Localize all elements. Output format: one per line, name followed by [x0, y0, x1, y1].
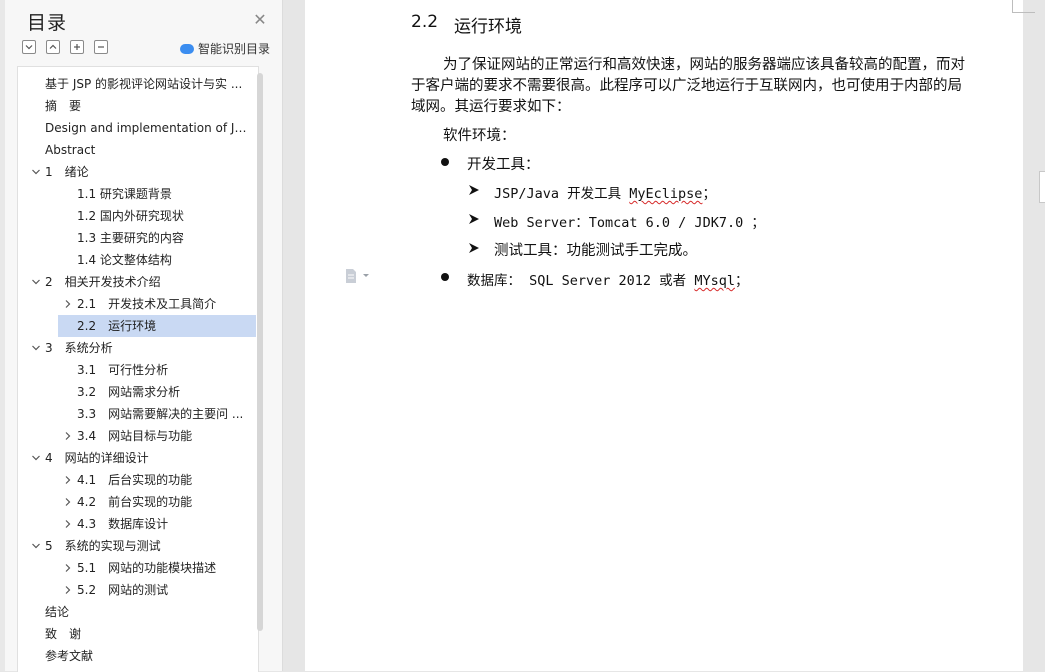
spellcheck-word[interactable]: MyEclipse — [629, 186, 702, 202]
toc-item[interactable]: 2.1 开发技术及工具简介 — [77, 293, 251, 315]
chevron-right-icon[interactable] — [63, 563, 73, 573]
toc-item[interactable]: 3 系统分析 — [45, 337, 251, 359]
chevron-down-icon[interactable] — [31, 167, 41, 177]
spellcheck-word[interactable]: MYsql — [694, 273, 735, 289]
chevron-right-icon[interactable] — [63, 497, 73, 507]
toc-item[interactable]: Abstract — [45, 139, 251, 161]
toc-item[interactable]: 4.2 前台实现的功能 — [77, 491, 251, 513]
chevron-right-icon[interactable] — [63, 585, 73, 595]
dev-tools-label: 开发工具： — [467, 157, 540, 173]
section-heading-number: 2.2 — [411, 12, 439, 32]
chevron-right-icon[interactable] — [63, 431, 73, 441]
toc-item-active[interactable]: 2.2 运行环境 — [58, 315, 256, 337]
toc-item[interactable]: 5 系统的实现与测试 — [45, 535, 251, 557]
chevron-right-icon[interactable] — [63, 299, 73, 309]
database-item: 数据库： SQL Server 2012 或者 MYsql； — [467, 273, 749, 289]
page-corner-mark — [1012, 0, 1035, 13]
arrow-bullet-icon — [469, 243, 479, 253]
toc-item[interactable]: 参考文献 — [45, 645, 251, 667]
expand-all-icon[interactable] — [22, 40, 36, 54]
toc-item[interactable]: 5.2 网站的测试 — [77, 579, 251, 601]
remove-level-icon[interactable] — [94, 40, 108, 54]
arrow-bullet-icon — [469, 185, 479, 195]
toc-item[interactable]: 致 谢 — [45, 623, 251, 645]
toc-item[interactable]: 3.4 网站目标与功能 — [77, 425, 251, 447]
panel-edge — [0, 0, 5, 671]
collapse-all-icon[interactable] — [46, 40, 60, 54]
chevron-down-icon[interactable] — [31, 453, 41, 463]
body-paragraph-line: 为了保证网站的正常运行和高效快速，网站的服务器端应该具备较高的配置，而对 — [443, 57, 965, 73]
toc-item[interactable]: Design and implementation of Ja ... — [45, 117, 251, 139]
arrow-bullet-icon — [469, 214, 479, 224]
toc-title: 目录 — [27, 12, 68, 34]
document-area — [283, 0, 1045, 671]
toc-item[interactable]: 5.1 网站的功能模块描述 — [77, 557, 251, 579]
toc-item[interactable]: 1.3 主要研究的内容 — [77, 227, 251, 249]
toc-item[interactable]: 3.2 网站需求分析 — [77, 381, 251, 403]
close-icon[interactable]: ✕ — [252, 12, 268, 28]
tool-item: Web Server：Tomcat 6.0 / JDK7.0 ； — [494, 215, 765, 231]
toc-item[interactable]: 1.4 论文整体结构 — [77, 249, 251, 271]
toc-scrollbar[interactable] — [257, 73, 263, 631]
bullet-dot — [441, 158, 449, 166]
smart-recognize-button[interactable]: 智能识别目录 — [180, 40, 270, 57]
toc-item[interactable]: 4.3 数据库设计 — [77, 513, 251, 535]
tool-item: JSP/Java 开发工具 MyEclipse； — [494, 186, 716, 202]
chevron-down-icon[interactable] — [31, 277, 41, 287]
chevron-down-icon[interactable] — [31, 541, 41, 551]
toc-item[interactable]: 基于 JSP 的影视评论网站设计与实 ... — [45, 73, 251, 95]
toc-item[interactable]: 摘 要 — [45, 95, 251, 117]
tool-item: 测试工具：功能测试手工完成。 — [494, 243, 697, 259]
smart-cloud-icon — [180, 43, 194, 54]
toc-panel: 目录 ✕ 智能识别目录 基于 JSP 的影视评论网站设计与实 ... 摘 要 D… — [0, 0, 283, 672]
toc-item[interactable]: 1 绪论 — [45, 161, 251, 183]
toc-item[interactable]: 4 网站的详细设计 — [45, 447, 251, 469]
body-paragraph-line: 于客户端的要求不需要很高。此程序可以广泛地运行于互联网内，也可使用于内部的局 — [411, 78, 962, 94]
bullet-dot — [441, 273, 449, 281]
toc-list: 基于 JSP 的影视评论网站设计与实 ... 摘 要 Design and im… — [17, 66, 259, 672]
toc-item[interactable]: 1.2 国内外研究现状 — [77, 205, 251, 227]
smart-recognize-label: 智能识别目录 — [198, 42, 271, 56]
software-env-label: 软件环境： — [443, 128, 516, 144]
section-heading-title: 运行环境 — [454, 17, 522, 37]
toc-item[interactable]: 3.1 可行性分析 — [77, 359, 251, 381]
toc-item[interactable]: 结论 — [45, 601, 251, 623]
side-panel-toggle[interactable] — [1039, 171, 1045, 203]
toc-item[interactable]: 1.1 研究课题背景 — [77, 183, 251, 205]
toc-item[interactable]: 3.3 网站需要解决的主要问 ... — [77, 403, 251, 425]
toc-item[interactable]: 4.1 后台实现的功能 — [77, 469, 251, 491]
chevron-down-icon[interactable] — [31, 343, 41, 353]
toc-item[interactable]: 2 相关开发技术介绍 — [45, 271, 251, 293]
chevron-right-icon[interactable] — [63, 519, 73, 529]
chevron-right-icon[interactable] — [63, 475, 73, 485]
body-paragraph-line: 域网。其运行要求如下： — [411, 99, 571, 115]
add-level-icon[interactable] — [70, 40, 84, 54]
paragraph-options-icon[interactable] — [345, 268, 371, 284]
